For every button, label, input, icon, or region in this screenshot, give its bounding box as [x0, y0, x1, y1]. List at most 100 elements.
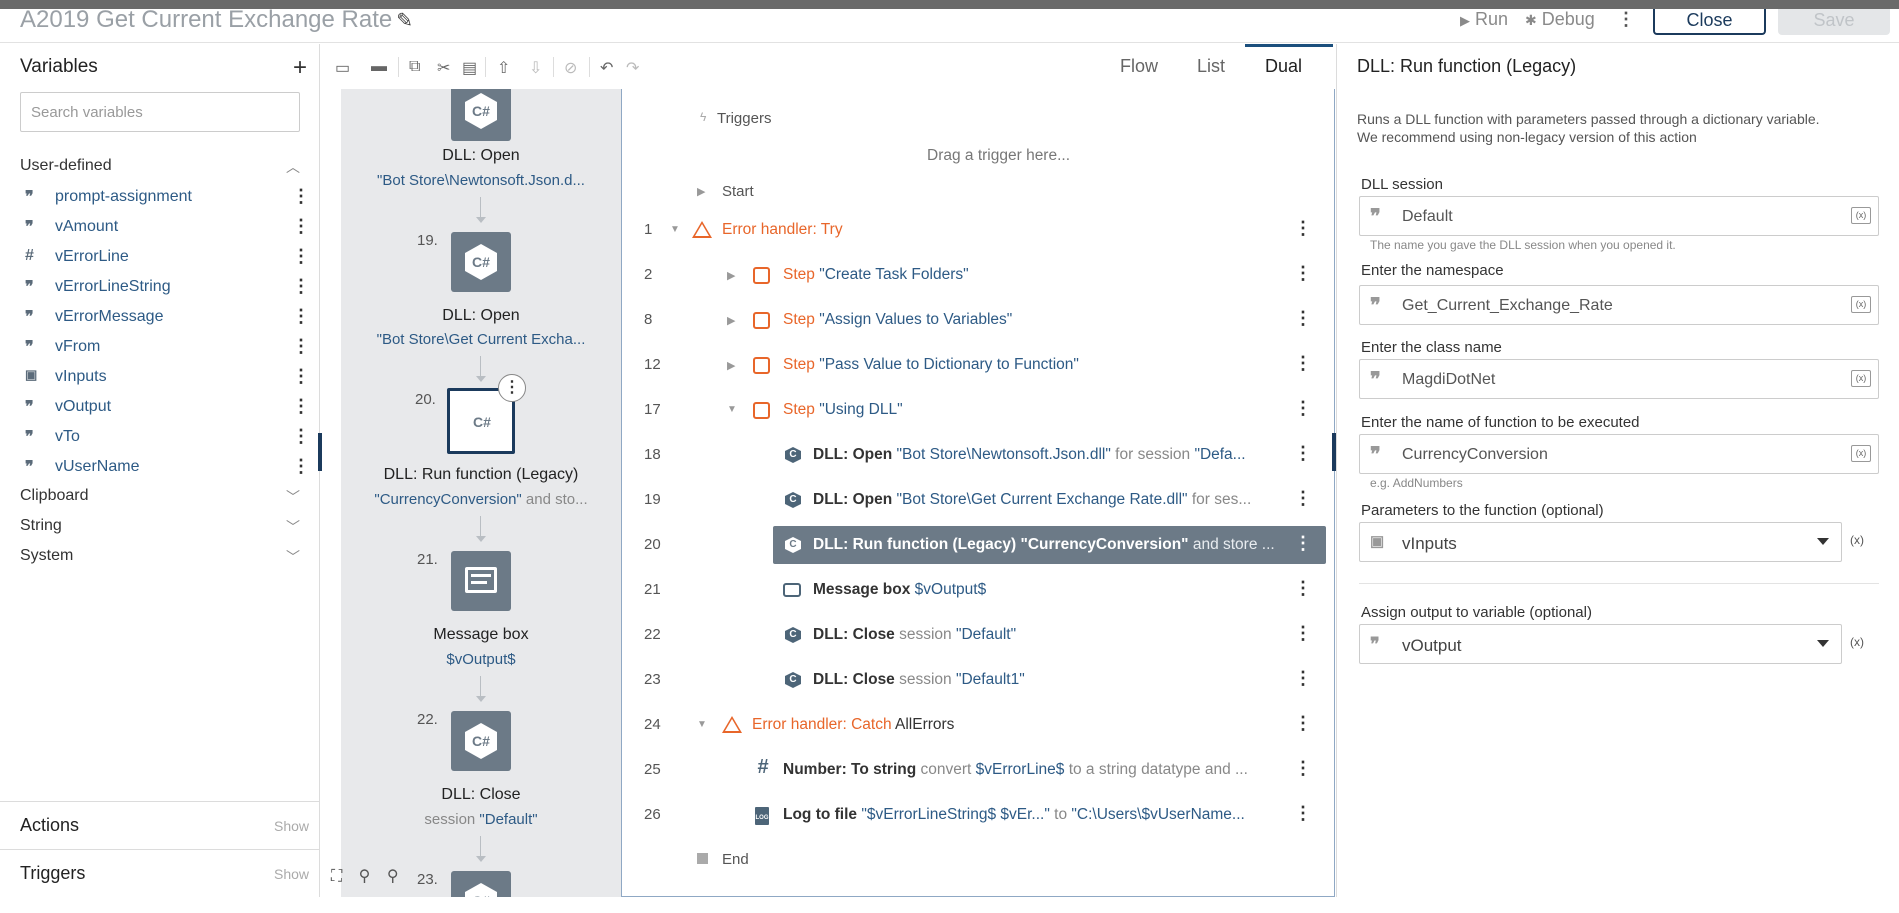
copy-icon[interactable]: ⧉ — [409, 58, 420, 76]
redo-icon[interactable]: ↷ — [626, 58, 639, 78]
variable-item[interactable]: ❞ vTo ⋮ — [25, 426, 310, 450]
triggers-row[interactable]: ϟ Triggers — [622, 100, 1334, 138]
variable-item[interactable]: ❞ vErrorLineString ⋮ — [25, 276, 310, 300]
variable-menu-icon[interactable]: ⋮ — [292, 336, 310, 357]
action-row[interactable]: 17 ▼ Step "Using DLL" ⋮ — [622, 391, 1334, 429]
variable-item[interactable]: ❞ vUserName ⋮ — [25, 456, 310, 480]
row-menu-icon[interactable]: ⋮ — [1294, 533, 1312, 554]
row-menu-icon[interactable]: ⋮ — [1294, 398, 1312, 419]
actions-show-link[interactable]: Show — [274, 818, 309, 834]
flow-node[interactable] — [451, 551, 511, 611]
variable-menu-icon[interactable]: ⋮ — [292, 426, 310, 447]
variable-item[interactable]: ❞ prompt-assignment ⋮ — [25, 186, 310, 210]
caret-right-icon[interactable]: ▶ — [727, 359, 735, 372]
action-row[interactable]: 23 C DLL: Close session "Default1" ⋮ — [622, 661, 1334, 699]
variable-menu-icon[interactable]: ⋮ — [292, 306, 310, 327]
action-row[interactable]: 2 ▶ Step "Create Task Folders" ⋮ — [622, 256, 1334, 294]
bot-title[interactable]: A2019 Get Current Exchange Rate ✎ — [20, 6, 413, 34]
action-row[interactable]: 12 ▶ Step "Pass Value to Dictionary to F… — [622, 346, 1334, 384]
action-row[interactable]: 21 Message box $vOutput$ ⋮ — [622, 571, 1334, 609]
clipboard-section[interactable]: Clipboard ﹀ — [20, 487, 305, 505]
row-menu-icon[interactable]: ⋮ — [1294, 488, 1312, 509]
row-menu-icon[interactable]: ⋮ — [1294, 443, 1312, 464]
row-menu-icon[interactable]: ⋮ — [1294, 713, 1312, 734]
zoom-in-icon[interactable]: ⚲ — [387, 868, 399, 885]
zoom-out-icon[interactable]: ⚲ — [359, 868, 371, 885]
action-row[interactable]: 26 LOG Log to file "$vErrorLineString$ $… — [622, 796, 1334, 834]
run-button[interactable]: ▶ Run — [1460, 9, 1508, 30]
create-variable-icon[interactable]: (x) — [1850, 533, 1864, 547]
cut-icon[interactable]: ✂ — [437, 58, 450, 78]
variable-menu-icon[interactable]: ⋮ — [292, 216, 310, 237]
string-section[interactable]: String ﹀ — [20, 517, 305, 535]
row-menu-icon[interactable]: ⋮ — [1294, 803, 1312, 824]
search-variables-input[interactable]: Search variables — [20, 92, 300, 132]
action-row[interactable]: 8 ▶ Step "Assign Values to Variables" ⋮ — [622, 301, 1334, 339]
close-button[interactable]: Close — [1653, 9, 1766, 35]
triggers-panel-header[interactable]: Triggers Show — [0, 849, 320, 897]
row-menu-icon[interactable]: ⋮ — [1294, 578, 1312, 599]
row-menu-icon[interactable]: ⋮ — [1294, 758, 1312, 779]
variable-menu-icon[interactable]: ⋮ — [292, 456, 310, 477]
panel-resize-handle[interactable] — [318, 433, 322, 471]
flow-node[interactable]: C# — [451, 711, 511, 771]
function-name-field[interactable]: ❞ CurrencyConversion (x) — [1359, 434, 1879, 474]
record-icon[interactable]: ▭ — [335, 58, 350, 78]
caret-down-icon[interactable]: ▼ — [697, 719, 707, 730]
action-row[interactable]: 19 C DLL: Open "Bot Store\Get Current Ex… — [622, 481, 1334, 519]
row-menu-icon[interactable]: ⋮ — [1294, 218, 1312, 239]
node-menu-icon[interactable]: ⋮ — [498, 374, 526, 402]
add-variable-icon[interactable]: + — [293, 54, 307, 82]
insert-variable-icon[interactable]: (x) — [1851, 445, 1871, 462]
caret-right-icon[interactable]: ▶ — [697, 185, 705, 198]
pencil-icon[interactable]: ✎ — [396, 10, 413, 32]
action-row[interactable]: 1 ▼ Error handler: Try ⋮ — [622, 211, 1334, 249]
class-name-field[interactable]: ❞ MagdiDotNet (x) — [1359, 359, 1879, 399]
triggers-show-link[interactable]: Show — [274, 866, 309, 882]
action-row-selected[interactable]: 20 C DLL: Run function (Legacy) "Currenc… — [622, 526, 1334, 564]
move-up-icon[interactable]: ⇧ — [497, 58, 510, 78]
variable-menu-icon[interactable]: ⋮ — [292, 366, 310, 387]
save-button[interactable]: Save — [1778, 9, 1890, 35]
variable-item[interactable]: ❞ vAmount ⋮ — [25, 216, 310, 240]
debug-button[interactable]: ✱ Debug — [1525, 9, 1595, 30]
laptop-icon[interactable]: ▬ — [371, 58, 387, 76]
row-menu-icon[interactable]: ⋮ — [1294, 353, 1312, 374]
insert-variable-icon[interactable]: (x) — [1851, 207, 1871, 224]
paste-icon[interactable]: ▤ — [462, 58, 477, 78]
variable-menu-icon[interactable]: ⋮ — [292, 246, 310, 267]
move-down-icon[interactable]: ⇩ — [529, 58, 542, 78]
caret-right-icon[interactable]: ▶ — [727, 269, 735, 282]
caret-right-icon[interactable]: ▶ — [727, 314, 735, 327]
flow-node[interactable]: C# — [451, 232, 511, 292]
actions-panel-header[interactable]: Actions Show — [0, 801, 320, 849]
action-row[interactable]: 22 C DLL: Close session "Default" ⋮ — [622, 616, 1334, 654]
more-options-icon[interactable]: ⋮ — [1617, 9, 1635, 30]
caret-down-icon[interactable]: ▼ — [670, 224, 680, 235]
insert-variable-icon[interactable]: (x) — [1851, 370, 1871, 387]
variable-item[interactable]: ❞ vFrom ⋮ — [25, 336, 310, 360]
flow-node[interactable]: C# — [451, 871, 511, 897]
create-variable-icon[interactable]: (x) — [1850, 635, 1864, 649]
flow-node[interactable]: C# — [451, 89, 511, 141]
fit-screen-icon[interactable]: ⛶ — [331, 868, 342, 885]
variable-item[interactable]: ▣ vInputs ⋮ — [25, 366, 310, 390]
tab-dual[interactable]: Dual — [1265, 56, 1302, 77]
row-menu-icon[interactable]: ⋮ — [1294, 623, 1312, 644]
variable-item[interactable]: # vErrorLine ⋮ — [25, 246, 310, 270]
variable-menu-icon[interactable]: ⋮ — [292, 186, 310, 207]
user-defined-section[interactable]: User-defined ︿ — [20, 157, 305, 175]
tab-list[interactable]: List — [1197, 56, 1225, 77]
row-menu-icon[interactable]: ⋮ — [1294, 308, 1312, 329]
parameters-select[interactable]: ▣ vInputs — [1359, 522, 1842, 562]
variable-menu-icon[interactable]: ⋮ — [292, 396, 310, 417]
output-select[interactable]: ❞ vOutput — [1359, 624, 1842, 664]
row-menu-icon[interactable]: ⋮ — [1294, 668, 1312, 689]
action-row[interactable]: 25 # Number: To string convert $vErrorLi… — [622, 751, 1334, 789]
variable-item[interactable]: ❞ vOutput ⋮ — [25, 396, 310, 420]
variable-item[interactable]: ❞ vErrorMessage ⋮ — [25, 306, 310, 330]
action-row[interactable]: 18 C DLL: Open "Bot Store\Newtonsoft.Jso… — [622, 436, 1334, 474]
disable-icon[interactable]: ⊘ — [564, 58, 577, 78]
namespace-field[interactable]: ❞ Get_Current_Exchange_Rate (x) — [1359, 285, 1879, 325]
tab-flow[interactable]: Flow — [1120, 56, 1158, 77]
